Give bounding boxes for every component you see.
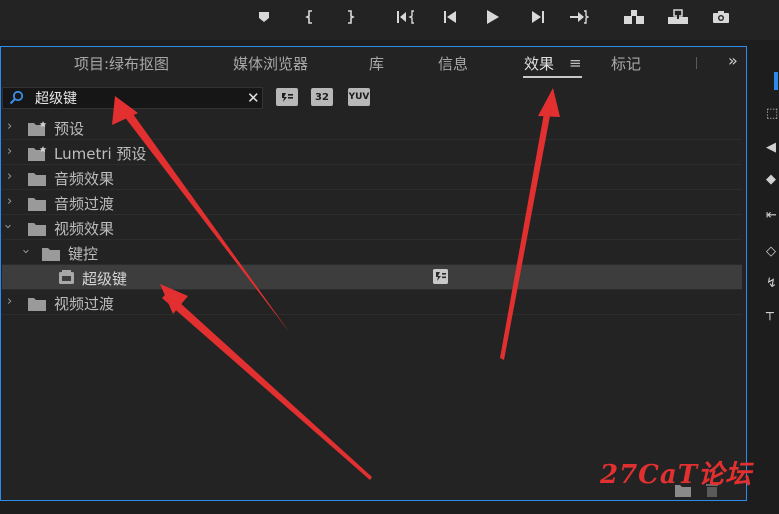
insert-icon[interactable] [622, 7, 646, 27]
slip-tool-icon[interactable]: ↯ [766, 276, 777, 291]
panel-menu-icon[interactable]: ≡ [569, 54, 582, 72]
tab-media-browser[interactable]: 媒体浏览器 [233, 53, 308, 74]
effects-search-box: ✕ [2, 87, 263, 109]
watermark: 27CaT论坛 [600, 460, 753, 490]
razor-tool-icon[interactable]: ◇ [766, 244, 776, 259]
rate-stretch-tool-icon[interactable]: ⇤ [766, 208, 777, 223]
tab-divider [696, 57, 697, 69]
chevron-down-icon[interactable]: › [18, 249, 33, 254]
search-input[interactable] [35, 89, 240, 107]
chevron-right-icon[interactable]: › [7, 169, 12, 184]
tree-item-label: 键控 [68, 245, 99, 263]
preset-folder-icon [28, 121, 47, 136]
tab-project[interactable]: 项目:绿布抠图 [74, 53, 169, 74]
step-back-icon[interactable] [438, 7, 462, 27]
tab-info[interactable]: 信息 [438, 53, 468, 74]
chevron-right-icon[interactable]: › [7, 144, 12, 159]
tree-item-ultra-key[interactable]: 超级键 [2, 265, 742, 290]
tree-item-label: 音频效果 [54, 170, 115, 188]
selection-tool-icon[interactable] [774, 72, 778, 90]
ripple-edit-tool-icon[interactable]: ◀ [766, 140, 776, 155]
folder-icon [28, 171, 46, 186]
go-to-out-icon[interactable] [567, 7, 591, 27]
tree-item-label: Lumetri 预设 [54, 145, 147, 163]
tree-item-label: 音频过渡 [54, 195, 115, 213]
chevron-down-icon[interactable]: › [0, 224, 15, 229]
folder-icon [28, 221, 46, 236]
step-forward-icon[interactable] [526, 7, 550, 27]
rolling-edit-tool-icon[interactable]: ◆ [766, 172, 776, 187]
chevron-right-icon[interactable]: › [7, 119, 12, 134]
tab-markers[interactable]: 标记 [611, 53, 641, 74]
folder-icon [28, 196, 46, 211]
mark-in-icon[interactable] [298, 7, 322, 27]
chevron-right-icon[interactable]: › [7, 294, 12, 309]
effects-panel: 项目:绿布抠图 媒体浏览器 库 信息 效果 ≡ 标记 » ✕ 32 YUV › … [0, 46, 747, 501]
export-frame-icon[interactable] [709, 7, 733, 27]
tab-overflow-icon[interactable]: » [728, 51, 738, 70]
play-icon[interactable] [481, 7, 505, 27]
tree-item-lumetri-presets[interactable]: › Lumetri 预设 [2, 140, 742, 165]
tree-item-label: 超级键 [82, 270, 128, 288]
track-select-tool-icon[interactable]: ⬚ [766, 106, 778, 121]
preset-folder-icon [28, 146, 47, 161]
tree-item-keying[interactable]: › 键控 [2, 240, 742, 265]
pen-tool-icon[interactable]: ┬ [766, 306, 774, 321]
tab-libraries[interactable]: 库 [369, 53, 384, 74]
active-tab-indicator [523, 76, 582, 78]
tree-item-label: 视频过渡 [54, 295, 115, 313]
search-icon [9, 90, 25, 106]
32bit-color-filter-button[interactable]: 32 [311, 88, 333, 106]
tree-item-label: 视频效果 [54, 220, 115, 238]
clear-search-icon[interactable]: ✕ [247, 89, 260, 107]
panel-tab-bar: 项目:绿布抠图 媒体浏览器 库 信息 效果 ≡ 标记 » [1, 47, 746, 83]
transport-bar [0, 0, 779, 40]
tree-item-label: 预设 [54, 120, 85, 138]
tree-item-video-effects[interactable]: › 视频效果 [0, 215, 742, 240]
tab-effects[interactable]: 效果 [524, 53, 554, 74]
tree-item-presets[interactable]: › 预设 [2, 115, 742, 140]
tree-item-video-transitions[interactable]: › 视频过渡 [2, 290, 742, 315]
accelerated-effect-badge-icon [433, 269, 448, 284]
mark-out-icon[interactable] [338, 7, 362, 27]
overwrite-icon[interactable] [666, 7, 690, 27]
go-to-in-icon[interactable] [394, 7, 418, 27]
tree-item-audio-effects[interactable]: › 音频效果 [2, 165, 742, 190]
effect-icon [59, 270, 77, 284]
marker-icon[interactable] [252, 7, 276, 27]
yuv-filter-button[interactable]: YUV [348, 88, 370, 106]
folder-icon [42, 246, 60, 261]
accelerated-effects-filter-button[interactable] [276, 88, 298, 106]
tools-strip: ⬚ ◀ ◆ ⇤ ◇ ↯ ┬ [760, 60, 779, 510]
chevron-right-icon[interactable]: › [7, 194, 12, 209]
tree-item-audio-transitions[interactable]: › 音频过渡 [2, 190, 742, 215]
folder-icon [28, 296, 46, 311]
